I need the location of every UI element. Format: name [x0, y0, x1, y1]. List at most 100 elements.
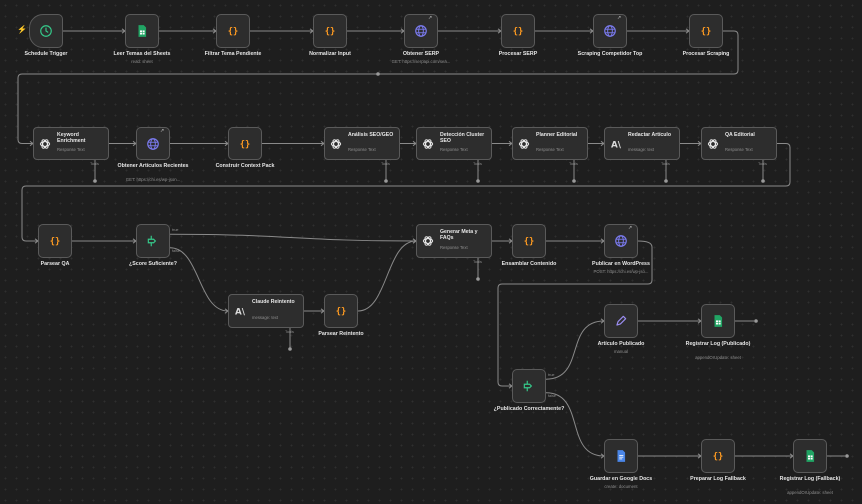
node-label: Parsear QA	[40, 261, 70, 267]
node-label: Generar Meta y FAQs	[440, 229, 478, 242]
node-subtitle: Response Text	[440, 245, 468, 250]
external-link-icon: ↗	[160, 128, 165, 134]
node-subtitle: appendOrUpdate: sheet	[695, 355, 741, 360]
globe-icon	[145, 136, 161, 152]
svg-text:{}: {}	[513, 27, 524, 37]
node-subtitle: Response Text	[536, 147, 564, 152]
node-label: Obtener Artículos Recientes	[117, 163, 189, 169]
node-subtitle: GET: https://chi.es/wp-json...	[125, 177, 181, 182]
svg-text:{}: {}	[240, 139, 251, 149]
svg-text:{}: {}	[336, 307, 347, 317]
node-subtitle: POST: https://chi.es/wp-jso...	[593, 268, 649, 274]
code-icon: {}	[225, 23, 241, 39]
if-icon	[521, 378, 537, 394]
node-label: ¿Score Suficiente?	[129, 261, 177, 267]
node-label: Preparar Log Fallback	[690, 476, 746, 482]
svg-text:A\: A\	[235, 308, 246, 318]
node-label: Filtrar Tema Pendiente	[204, 51, 262, 57]
sheets-icon	[802, 448, 818, 464]
tools-label: Tools	[90, 162, 99, 166]
anthropic-icon: A\	[232, 303, 248, 319]
node-label: Análisis SEO/GEO	[348, 132, 394, 138]
node-subtitle: Response Text	[725, 147, 753, 152]
node-label: Obtener SERP	[402, 51, 440, 57]
connection-reintento-meta	[357, 240, 417, 312]
node-label: QA Editorial	[725, 132, 755, 138]
node-label: Procesar Scraping	[682, 51, 730, 57]
sheets-icon	[710, 313, 726, 329]
tools-add-handle[interactable]	[476, 277, 480, 281]
openai-icon	[516, 136, 532, 152]
node-label: Ensamblar Contenido	[501, 261, 557, 267]
node-subtitle: message: text	[252, 315, 279, 320]
add-node-handle[interactable]	[754, 319, 758, 323]
node-label: Artículo Publicado	[597, 341, 645, 347]
tools-add-handle[interactable]	[572, 179, 576, 183]
add-node-handle[interactable]	[845, 454, 849, 458]
branch-true-label: true	[548, 372, 555, 377]
tools-label: Tools	[569, 162, 578, 166]
openai-icon	[37, 136, 53, 152]
node-subtitle: appendOrUpdate: sheet	[787, 490, 833, 495]
connection-score-true	[169, 233, 417, 242]
node-label: Schedule Trigger	[24, 51, 68, 57]
node-label: Normalizar Input	[309, 51, 351, 57]
anthropic-icon: A\	[608, 136, 624, 152]
node-label: Leer Temas del Sheets	[113, 51, 171, 57]
node-label: Planner Editorial	[536, 132, 578, 138]
node-subtitle: GET: https://serpapi.com/sea...	[391, 58, 451, 64]
tools-label: Tools	[758, 162, 767, 166]
branch-false-label: false	[548, 393, 557, 398]
external-link-icon: ↗	[628, 225, 633, 231]
tools-add-handle[interactable]	[761, 179, 765, 183]
node-label: Guardar en Google Docs	[589, 476, 653, 482]
svg-text:{}: {}	[325, 27, 336, 37]
node-label: Detección Cluster SEO	[440, 132, 485, 145]
node-subtitle: read: sheet	[131, 58, 153, 64]
svg-text:{}: {}	[701, 27, 712, 37]
openai-icon	[420, 233, 436, 249]
tools-add-handle[interactable]	[476, 179, 480, 183]
globe-icon	[602, 23, 618, 39]
node-subtitle: manual	[613, 348, 629, 354]
branch-false-label: false	[172, 248, 181, 253]
if-icon	[145, 233, 161, 249]
tools-label: Tools	[285, 330, 294, 334]
svg-text:{}: {}	[713, 452, 724, 462]
branch-true-label: true	[172, 227, 179, 232]
svg-text:{}: {}	[524, 237, 535, 247]
node-label: ¿Publicado Correctamente?	[493, 406, 565, 412]
svg-text:A\: A\	[611, 140, 622, 150]
node-label: Registrar Log (Fallback)	[779, 476, 841, 482]
code-icon: {}	[698, 23, 714, 39]
openai-icon	[705, 136, 721, 152]
node-subtitle: create: document	[604, 483, 638, 489]
code-icon: {}	[710, 448, 726, 464]
node-label: Publicar en WordPress	[592, 261, 650, 267]
openai-icon	[420, 136, 436, 152]
node-subtitle: message: text	[628, 147, 655, 152]
tools-add-handle[interactable]	[288, 347, 292, 351]
node-label: Construir Context Pack	[215, 163, 275, 169]
svg-text:{}: {}	[50, 237, 61, 247]
clock-icon	[38, 23, 54, 39]
code-icon: {}	[237, 136, 253, 152]
tools-add-handle[interactable]	[384, 179, 388, 183]
connection-publicado-false	[545, 392, 605, 457]
external-link-icon: ↗	[428, 15, 433, 21]
docs-icon	[613, 448, 629, 464]
globe-icon	[613, 233, 629, 249]
tools-add-handle[interactable]	[93, 179, 97, 183]
trigger-bolt-icon: ⚡	[17, 25, 27, 34]
code-icon: {}	[333, 303, 349, 319]
tools-label: Tools	[473, 162, 482, 166]
connection-midpoint-handle[interactable]	[376, 72, 380, 76]
external-link-icon: ↗	[617, 15, 622, 21]
tools-add-handle[interactable]	[664, 179, 668, 183]
pencil-icon	[613, 313, 629, 329]
code-icon: {}	[521, 233, 537, 249]
node-label: Claude Reintento	[252, 299, 295, 305]
node-label: Scraping Competidor Top	[577, 51, 643, 57]
node-subtitle: Response Text	[440, 147, 468, 152]
node-subtitle: Response Text	[57, 147, 85, 152]
